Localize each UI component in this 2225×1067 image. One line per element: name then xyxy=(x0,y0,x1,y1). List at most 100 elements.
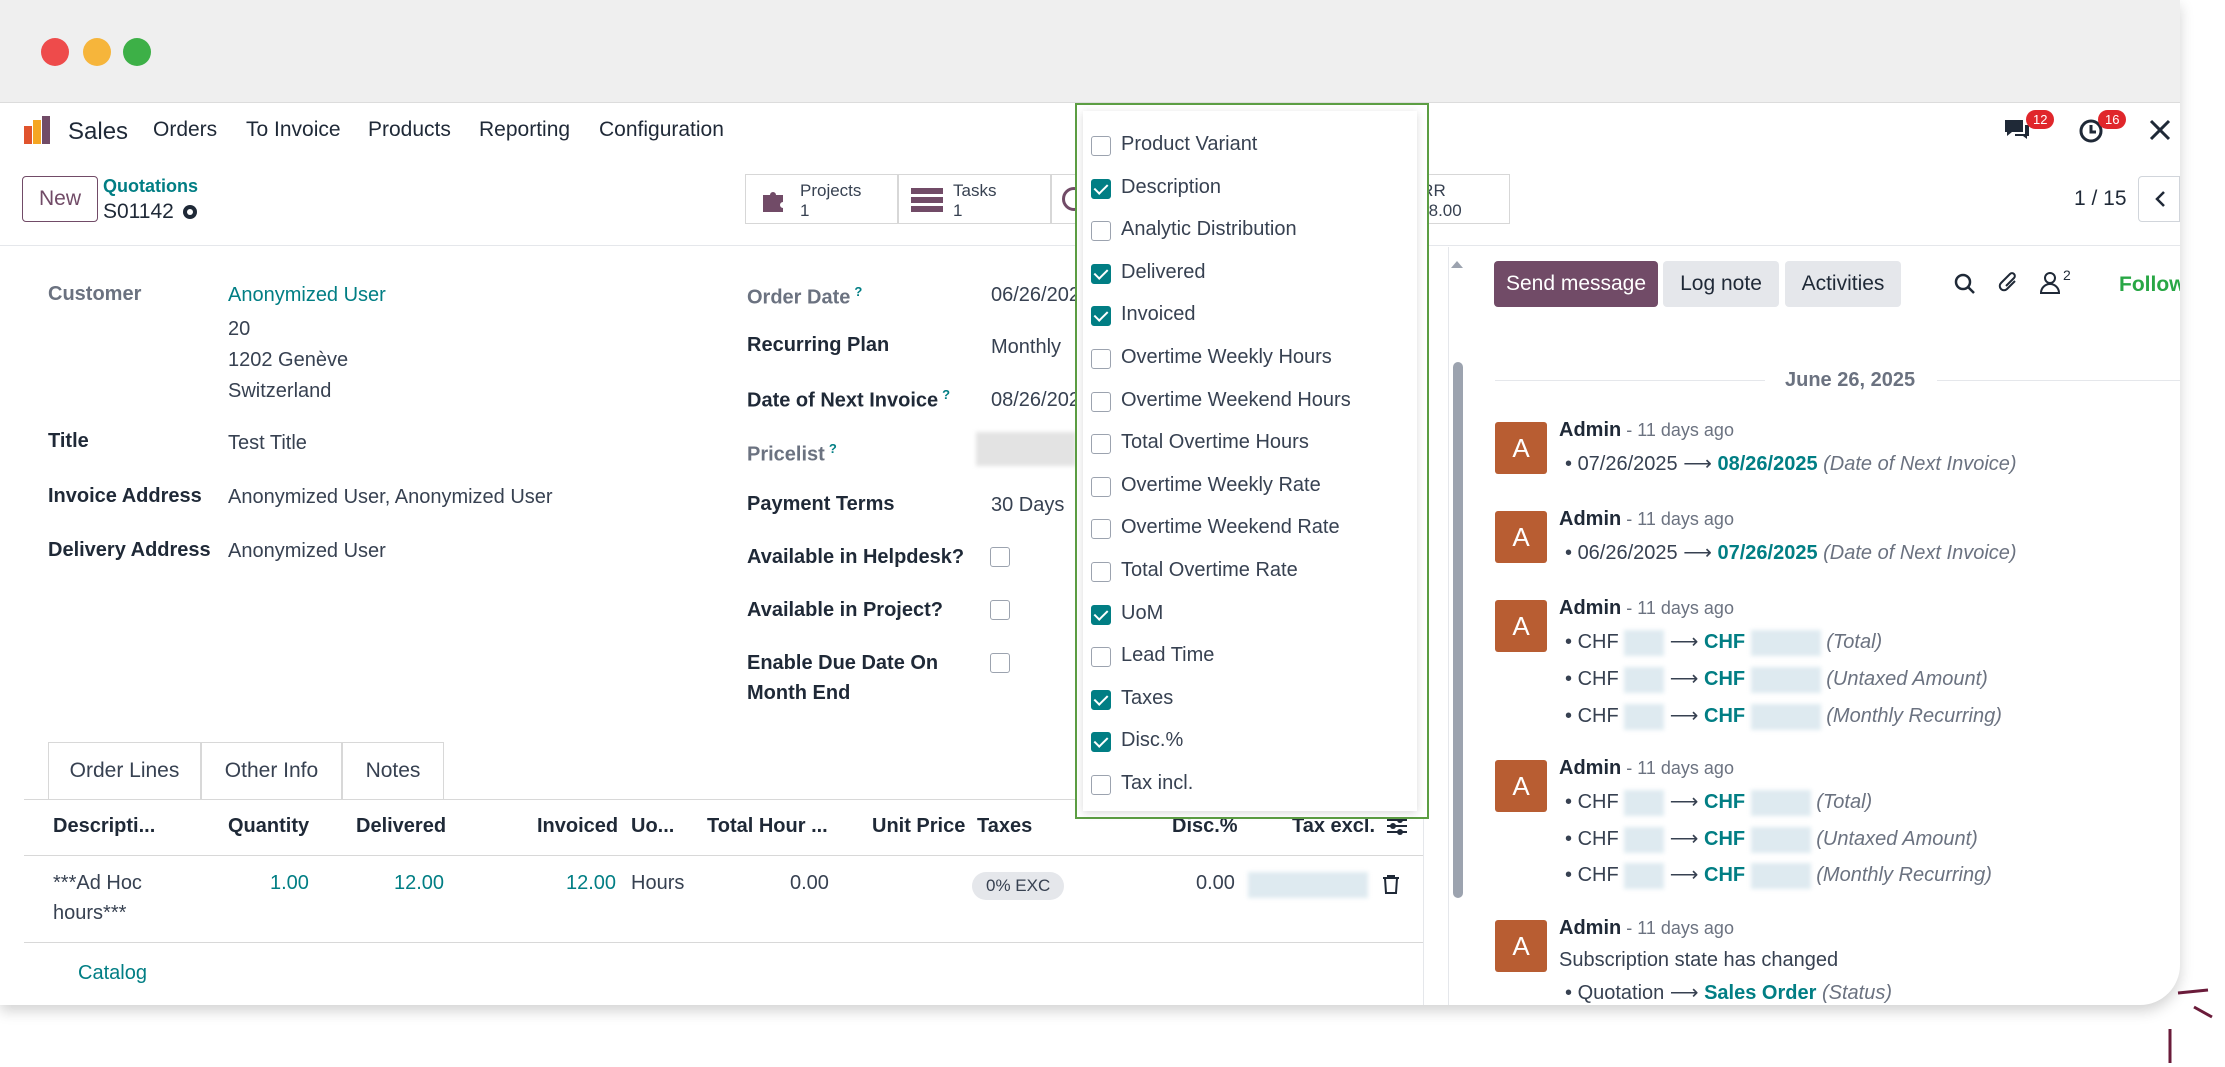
next-invoice-field[interactable]: 08/26/202 xyxy=(991,389,1080,412)
column-option[interactable]: UoM xyxy=(1083,602,1417,632)
row-quantity[interactable]: 1.00 xyxy=(270,872,309,895)
author-name[interactable]: Admin xyxy=(1559,917,1621,939)
delivery-address-field[interactable]: Anonymized User xyxy=(228,540,386,563)
column-option[interactable]: Disc.% xyxy=(1083,729,1417,759)
column-option-checkbox[interactable] xyxy=(1091,391,1111,412)
next-invoice-help-icon[interactable]: ? xyxy=(942,387,950,402)
paperclip-icon[interactable] xyxy=(1997,271,2019,300)
column-option-checkbox[interactable] xyxy=(1091,434,1111,455)
title-field[interactable]: Test Title xyxy=(228,432,307,455)
column-option[interactable]: Delivered xyxy=(1083,261,1417,291)
author-name[interactable]: Admin xyxy=(1559,757,1621,779)
menu-products[interactable]: Products xyxy=(368,118,451,142)
column-option[interactable]: Invoiced xyxy=(1083,303,1417,333)
col-taxes[interactable]: Taxes xyxy=(977,815,1032,838)
col-delivered[interactable]: Delivered xyxy=(356,815,446,838)
col-unit-price[interactable]: Unit Price xyxy=(872,815,965,838)
column-option[interactable]: Overtime Weekly Rate xyxy=(1083,474,1417,504)
breadcrumb-quotations[interactable]: Quotations xyxy=(103,176,198,197)
col-invoiced[interactable]: Invoiced xyxy=(537,815,618,838)
column-option[interactable]: Overtime Weekend Hours xyxy=(1083,389,1417,419)
column-option-checkbox[interactable] xyxy=(1091,562,1111,582)
project-checkbox[interactable] xyxy=(990,600,1010,620)
app-name[interactable]: Sales xyxy=(68,118,128,146)
order-date-help-icon[interactable]: ? xyxy=(854,284,862,299)
message-author[interactable]: Admin - 11 days ago xyxy=(1559,917,1734,940)
follow-button[interactable]: Follow xyxy=(2119,273,2180,297)
col-uom[interactable]: Uo... xyxy=(631,815,674,838)
column-option-checkbox[interactable] xyxy=(1091,519,1111,540)
column-option-checkbox[interactable] xyxy=(1091,263,1111,284)
projects-smart-button[interactable]: Projects 1 xyxy=(745,174,898,224)
menu-reporting[interactable]: Reporting xyxy=(479,118,570,142)
gear-icon[interactable] xyxy=(180,202,200,227)
column-option-checkbox[interactable] xyxy=(1091,476,1111,497)
column-option[interactable]: Tax incl. xyxy=(1083,772,1417,802)
avatar[interactable]: A xyxy=(1495,760,1547,812)
avatar[interactable]: A xyxy=(1495,600,1547,652)
avatar[interactable]: A xyxy=(1495,511,1547,563)
pager-previous-button[interactable] xyxy=(2138,176,2180,222)
avatar[interactable]: A xyxy=(1495,422,1547,474)
activities-button[interactable]: Activities xyxy=(1785,261,1901,307)
author-name[interactable]: Admin xyxy=(1559,597,1621,619)
column-option[interactable]: Product Variant xyxy=(1083,133,1417,163)
avatar[interactable]: A xyxy=(1495,920,1547,972)
tab-notes[interactable]: Notes xyxy=(342,742,444,799)
odoo-app-icon[interactable] xyxy=(22,114,54,146)
catalog-link[interactable]: Catalog xyxy=(78,962,147,985)
minimize-window-button[interactable] xyxy=(83,38,111,66)
message-author[interactable]: Admin - 11 days ago xyxy=(1559,597,1734,620)
new-button[interactable]: New xyxy=(22,176,98,222)
next-smart-button[interactable] xyxy=(1051,174,1086,224)
row-invoiced[interactable]: 12.00 xyxy=(566,872,616,895)
column-option[interactable]: Description xyxy=(1083,176,1417,206)
column-option-checkbox[interactable] xyxy=(1091,221,1111,242)
col-description[interactable]: Descripti... xyxy=(53,815,155,838)
trash-icon[interactable] xyxy=(1382,874,1400,899)
column-option-checkbox[interactable] xyxy=(1091,349,1111,369)
helpdesk-checkbox[interactable] xyxy=(990,547,1010,567)
column-option[interactable]: Overtime Weekly Hours xyxy=(1083,346,1417,376)
tab-order-lines[interactable]: Order Lines xyxy=(48,742,201,800)
column-option-checkbox[interactable] xyxy=(1091,604,1111,625)
recurring-plan-field[interactable]: Monthly xyxy=(991,336,1061,359)
column-option[interactable]: Lead Time xyxy=(1083,644,1417,674)
column-option[interactable]: Analytic Distribution xyxy=(1083,218,1417,248)
invoice-address-field[interactable]: Anonymized User, Anonymized User xyxy=(228,486,553,509)
log-note-button[interactable]: Log note xyxy=(1663,261,1779,307)
search-icon[interactable] xyxy=(1954,273,1976,300)
message-author[interactable]: Admin - 11 days ago xyxy=(1559,757,1734,780)
payment-terms-field[interactable]: 30 Days xyxy=(991,494,1064,517)
message-author[interactable]: Admin - 11 days ago xyxy=(1559,419,1734,442)
column-option[interactable]: Total Overtime Hours xyxy=(1083,431,1417,461)
column-option-checkbox[interactable] xyxy=(1091,689,1111,710)
pricelist-field[interactable] xyxy=(976,432,1076,466)
column-option[interactable]: Total Overtime Rate xyxy=(1083,559,1417,589)
column-option-checkbox[interactable] xyxy=(1091,178,1111,199)
col-quantity[interactable]: Quantity xyxy=(228,815,309,838)
author-name[interactable]: Admin xyxy=(1559,419,1621,441)
maximize-window-button[interactable] xyxy=(123,38,151,66)
column-option-checkbox[interactable] xyxy=(1091,306,1111,327)
row-delivered[interactable]: 12.00 xyxy=(394,872,444,895)
close-window-button[interactable] xyxy=(41,38,69,66)
column-option-checkbox[interactable] xyxy=(1091,732,1111,753)
menu-orders[interactable]: Orders xyxy=(153,118,217,142)
order-date-field[interactable]: 06/26/202 xyxy=(991,284,1080,307)
column-settings-icon[interactable] xyxy=(1385,815,1409,842)
pager-value[interactable]: 1 / 15 xyxy=(2074,187,2127,211)
send-message-button[interactable]: Send message xyxy=(1494,261,1658,307)
due-date-checkbox[interactable] xyxy=(990,653,1010,673)
tax-tag[interactable]: 0% EXC xyxy=(972,872,1065,900)
author-name[interactable]: Admin xyxy=(1559,508,1621,530)
menu-configuration[interactable]: Configuration xyxy=(599,118,724,142)
followers-icon[interactable] xyxy=(2039,271,2061,300)
tab-other-info[interactable]: Other Info xyxy=(201,742,342,799)
col-total-hours[interactable]: Total Hour ... xyxy=(707,815,828,838)
column-option-checkbox[interactable] xyxy=(1091,775,1111,795)
column-option[interactable]: Overtime Weekend Rate xyxy=(1083,516,1417,546)
message-author[interactable]: Admin - 11 days ago xyxy=(1559,508,1734,531)
tasks-smart-button[interactable]: Tasks 1 xyxy=(898,174,1051,224)
pricelist-help-icon[interactable]: ? xyxy=(829,441,837,456)
